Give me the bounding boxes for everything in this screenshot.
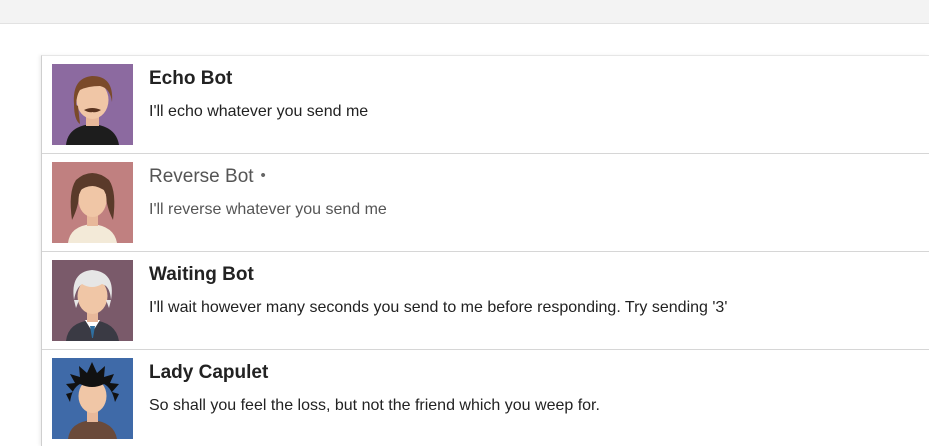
conversation-message: I'll wait however many seconds you send … (149, 299, 728, 316)
conversation-item-lady-capulet[interactable]: Lady Capulet So shall you feel the loss,… (42, 350, 929, 446)
conversation-name: Reverse Bot • (149, 166, 266, 187)
avatar (52, 260, 133, 341)
conversation-item-waiting-bot[interactable]: Waiting Bot I'll wait however many secon… (42, 252, 929, 350)
conversation-name: Waiting Bot (149, 264, 254, 285)
top-bar (0, 0, 929, 24)
conversation-list: Echo Bot I'll echo whatever you send me … (41, 55, 929, 446)
avatar-white-hair-suit-icon (52, 260, 133, 341)
avatar (52, 64, 133, 145)
avatar-spiky-black-hair-icon (52, 358, 133, 439)
conversation-item-echo-bot[interactable]: Echo Bot I'll echo whatever you send me (42, 56, 929, 154)
conversation-message: I'll echo whatever you send me (149, 103, 369, 120)
avatar-dark-hair-woman-icon (52, 162, 133, 243)
conversation-message: I'll reverse whatever you send me (149, 201, 387, 218)
conversation-name: Lady Capulet (149, 362, 269, 383)
conversation-name: Echo Bot (149, 68, 233, 89)
avatar-brown-hair-mustache-icon (52, 64, 133, 145)
avatar (52, 162, 133, 243)
avatar (52, 358, 133, 439)
unread-indicator: • (260, 167, 266, 184)
conversation-message: So shall you feel the loss, but not the … (149, 397, 600, 414)
conversation-item-reverse-bot[interactable]: Reverse Bot • I'll reverse whatever you s… (42, 154, 929, 252)
